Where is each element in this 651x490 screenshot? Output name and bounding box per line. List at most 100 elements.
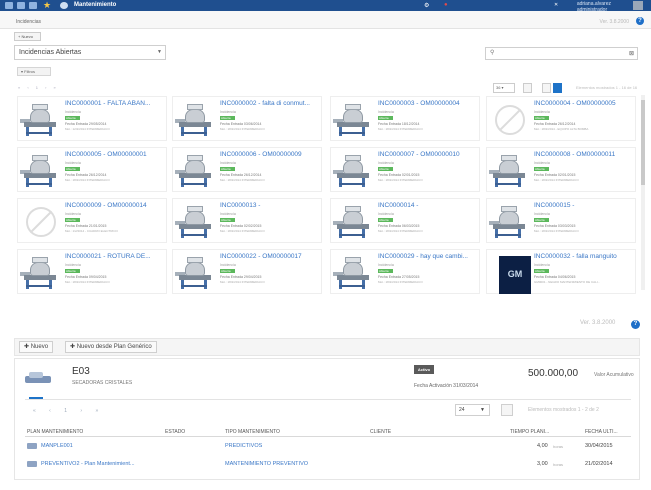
menu-icon[interactable]: [5, 2, 13, 9]
incident-card[interactable]: INC0000001 - FALTA ABAN... Incidencia Abie…: [17, 96, 167, 141]
table-row[interactable]: PREVENTIVO2 - Plan Mantenimient... MANTE…: [25, 458, 631, 470]
page-size-value: 24: [459, 407, 465, 413]
app-title[interactable]: Mantenimiento: [74, 2, 116, 8]
machine-image: [20, 255, 60, 289]
status-badge: Abierta: [65, 269, 80, 273]
incident-title[interactable]: INC0000005 - OM00000001: [65, 151, 165, 158]
incident-title[interactable]: INC0000029 - hay que cambi...: [378, 253, 478, 260]
new-button[interactable]: ✚ Nuevo: [19, 341, 54, 353]
mail-icon[interactable]: [29, 2, 37, 9]
incident-title[interactable]: INC0000015 -: [534, 202, 634, 209]
tiempo-unit: horas: [553, 444, 564, 449]
plan-icon: [27, 461, 37, 467]
view-select[interactable]: Incidencias Abiertas ▼: [14, 45, 166, 60]
tipo-cell[interactable]: MANTENIMIENTO PREVENTIVO: [225, 461, 308, 467]
incident-title[interactable]: INC0000002 - falta di conmut...: [220, 100, 320, 107]
col-estado[interactable]: ESTADO: [165, 429, 185, 435]
breadcrumb[interactable]: Incidencias: [16, 19, 41, 25]
incident-title[interactable]: INC0000003 - OM00000004: [378, 100, 478, 107]
chevron-down-icon: ▼: [480, 407, 485, 413]
search-clear-icon[interactable]: ⊠: [629, 50, 634, 57]
machine-image: [20, 102, 60, 136]
status-badge: Abierta: [65, 116, 80, 120]
incident-card[interactable]: INC0000013 - Incidencia Abierta Fecha Entra…: [172, 198, 322, 243]
incident-type: Incidencia: [534, 161, 550, 165]
incident-title[interactable]: INC0000001 - FALTA ABAN...: [65, 100, 165, 107]
incident-title[interactable]: INC0000009 - OM00000014: [65, 202, 165, 209]
incident-card[interactable]: INC0000004 - OM00000005 Incidencia Abierta…: [486, 96, 636, 141]
view-select-value: Incidencias Abiertas: [19, 49, 82, 56]
help-icon-bottom[interactable]: ?: [631, 320, 640, 329]
settings-icon[interactable]: ⚙: [424, 2, 429, 9]
incident-card[interactable]: INC0000008 - OM00000011 Incidencia Abierta…: [486, 147, 636, 192]
page-size-select-bottom[interactable]: 24 ▼: [455, 404, 490, 416]
plan-link[interactable]: MANPLE001: [41, 443, 73, 449]
table-row[interactable]: MANPLE001 PREDICTIVOS 4,00 horas 30/04/2…: [25, 440, 631, 452]
pager-nav[interactable]: « ‹ 1 › »: [18, 85, 59, 90]
incident-card[interactable]: INC0000022 - OM00000017 Incidencia Abierta…: [172, 249, 322, 294]
dashboard-icon[interactable]: [17, 2, 25, 9]
incident-title[interactable]: INC0000021 - ROTURA DE...: [65, 253, 165, 260]
incident-date: Fecha Entrada 29/05/2014: [65, 122, 107, 126]
incident-card[interactable]: INC0000029 - hay que cambi... Incidencia A…: [330, 249, 480, 294]
pager-nav-bottom[interactable]: « ‹ 1 › »: [33, 408, 104, 414]
incident-date: Fecha Entrada 26/12/2014: [220, 173, 262, 177]
col-tipo[interactable]: TIPO MANTENIMIENTO: [225, 429, 280, 435]
incident-title[interactable]: INC0000022 - OM00000017: [220, 253, 320, 260]
incident-date: Fecha Entrada 27/05/2015: [378, 275, 420, 279]
asset-code: E03: [72, 366, 90, 377]
incident-card[interactable]: INC0000007 - OM00000010 Incidencia Abierta…: [330, 147, 480, 192]
new-from-generic-plan-button[interactable]: ✚ Nuevo desde Plan Genérico: [65, 341, 157, 353]
notification-icon[interactable]: ●: [444, 2, 448, 8]
status-badge: Abierta: [220, 269, 235, 273]
incident-card[interactable]: INC0000003 - OM00000004 Incidencia Abierta…: [330, 96, 480, 141]
incident-card[interactable]: INC0000015 - Incidencia Abierta Fecha Entra…: [486, 198, 636, 243]
incident-card[interactable]: INC0000002 - falta di conmut... Incidenci…: [172, 96, 322, 141]
tipo-cell[interactable]: PREDICTIVOS: [225, 443, 262, 449]
incident-meta: Mot.: 18/2/2014 INTERMEDIACO: [534, 178, 579, 182]
incident-date: Fecha Entrada 02/02/2015: [220, 224, 262, 228]
incident-type: Incidencia: [65, 161, 81, 165]
filter-button[interactable]: ▾ Filtros: [17, 67, 51, 76]
incident-card[interactable]: INC0000005 - OM00000001 Incidencia Abierta…: [17, 147, 167, 192]
incident-card[interactable]: GM INC0000032 - falla manguito Incidencia A…: [486, 249, 636, 294]
favorite-star-icon[interactable]: ★: [43, 0, 51, 11]
incident-title[interactable]: INC0000004 - OM00000005: [534, 100, 634, 107]
incident-date: Fecha Entrada 02/01/2015: [534, 173, 576, 177]
chevron-down-icon: ▼: [157, 49, 162, 55]
machine-image: [175, 255, 215, 289]
incident-type: Incidencia: [220, 161, 236, 165]
incident-card[interactable]: INC0000021 - ROTURA DE... Incidencia Abier…: [17, 249, 167, 294]
incident-card[interactable]: INC0000014 - Incidencia Abierta Fecha Entra…: [330, 198, 480, 243]
incident-title[interactable]: INC0000014 -: [378, 202, 478, 209]
search-input[interactable]: ⚲ ⊠: [485, 47, 638, 60]
incident-title[interactable]: INC0000008 - OM00000011: [534, 151, 634, 158]
items-count-bottom: Elementos mostrados 1 - 2 de 2: [528, 407, 599, 413]
incident-title[interactable]: INC0000032 - falla manguito: [534, 253, 634, 260]
close-icon[interactable]: ✕: [554, 2, 558, 8]
incident-meta: Mot.: 18/2/2014 INTERMEDIACO: [378, 280, 423, 284]
col-plan[interactable]: PLAN MANTENIMIENTO: [27, 429, 83, 435]
status-badge: Abierta: [378, 167, 393, 171]
scrollbar-thumb[interactable]: [641, 100, 645, 185]
avatar[interactable]: [633, 1, 643, 10]
machine-image: [333, 204, 373, 238]
scrollbar[interactable]: [641, 95, 645, 290]
incident-card[interactable]: INC0000006 - OM00000009 Incidencia Abierta…: [172, 147, 322, 192]
export-icon[interactable]: [501, 404, 513, 416]
plan-link[interactable]: PREVENTIVO2 - Plan Mantenimient...: [41, 461, 135, 467]
incident-meta: Mot.: 18/2/2014 INTERMEDIACO: [220, 229, 265, 233]
table-view-icon[interactable]: [542, 83, 551, 93]
card-view-icon[interactable]: [553, 83, 562, 93]
col-fecha[interactable]: FECHA ULTI...: [585, 429, 618, 435]
incident-title[interactable]: INC0000006 - OM00000009: [220, 151, 320, 158]
list-view-icon[interactable]: [523, 83, 532, 93]
incident-title[interactable]: INC0000007 - OM00000010: [378, 151, 478, 158]
incident-title[interactable]: INC0000013 -: [220, 202, 320, 209]
help-icon[interactable]: ?: [636, 17, 644, 25]
new-button-small[interactable]: + Nuevo: [14, 32, 41, 41]
col-cliente[interactable]: CLIENTE: [370, 429, 391, 435]
page-size-select[interactable]: 36 ▾: [493, 83, 515, 93]
incident-card[interactable]: INC0000009 - OM00000014 Incidencia Abierta…: [17, 198, 167, 243]
col-tiempo[interactable]: TIEMPO PLANI...: [510, 429, 549, 435]
